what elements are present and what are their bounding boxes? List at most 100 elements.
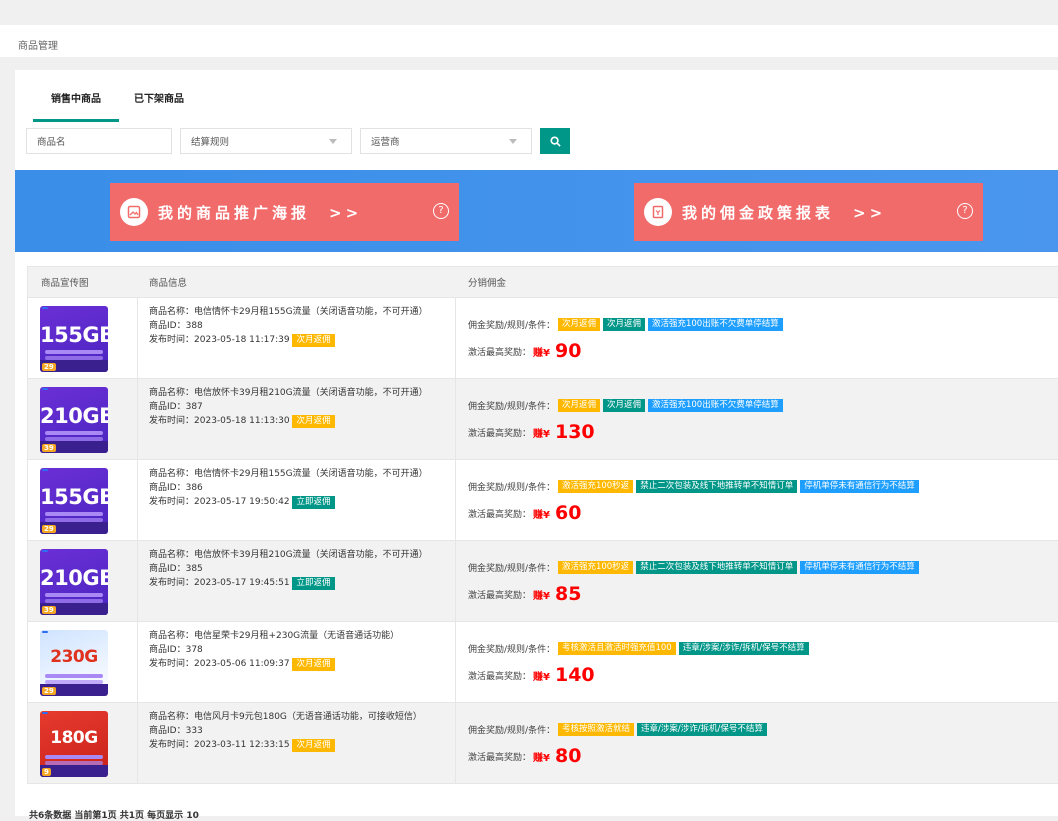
table-row: 210GB 39 商品名称：电信放怀卡39月租210G流量（关闭语音功能，不可开…	[27, 541, 1058, 622]
earn-label: 赚¥	[533, 428, 550, 440]
product-name: 商品名称：电信星荣卡29月租+230G流量（无语音通话功能）	[149, 629, 455, 643]
product-id: 商品ID：385	[149, 562, 455, 576]
rule-tag: 禁止二次包装及线下地推转单不知情订单	[636, 479, 798, 493]
rule-tag: 考核激活且激活时强充值100	[557, 641, 676, 655]
publish-time: 发布时间：2023-03-11 12:33:15 次月返佣	[149, 738, 455, 752]
tab-on-sale[interactable]: 销售中商品	[33, 86, 119, 122]
commission-cell: 佣金奖励/规则/条件： 考核激活且激活时强充值100 违章/涉案/涉诈/拆机/保号…	[456, 622, 1058, 702]
product-image-cell: 210GB 39	[28, 541, 138, 621]
rule-tag: 激活强充100出账不欠费单停结算	[647, 398, 783, 412]
publish-time-label: 发布时间：	[149, 335, 195, 345]
table-row: 180G 9 商品名称：电信风月卡9元包180G（无语音通话功能，可接收短信） …	[27, 703, 1058, 784]
product-name: 商品名称：电信情怀卡29月租155G流量（关闭语音功能，不可开通）	[149, 305, 455, 319]
product-id: 商品ID：388	[149, 319, 455, 333]
rule-tag: 次月返佣	[602, 398, 645, 412]
col-commission: 分销佣金	[468, 278, 507, 289]
product-image-cell: 210GB 39	[28, 379, 138, 459]
earn-label: 赚¥	[533, 347, 550, 359]
thumb-footer: 29	[40, 360, 108, 372]
product-id-value: 388	[185, 321, 203, 331]
product-thumbnail[interactable]: 230G 29	[40, 630, 108, 696]
commission-cell: 佣金奖励/规则/条件： 次月返佣 次月返佣 激活强充100出账不欠费单停结算 激活最…	[456, 298, 1058, 378]
image-icon	[120, 198, 148, 226]
thumb-stripe	[45, 350, 103, 354]
carrier-select[interactable]: 运营商	[360, 128, 532, 154]
product-id: 商品ID：378	[149, 643, 455, 657]
product-info-cell: 商品名称：电信情怀卡29月租155G流量（关闭语音功能，不可开通） 商品ID：3…	[138, 460, 456, 540]
rule-tag: 次月返佣	[602, 317, 645, 331]
tab-off-shelf[interactable]: 已下架商品	[119, 86, 199, 122]
pagination-info: 共6条数据 当前第1页 共1页 每页显示 10	[29, 811, 199, 821]
earn-label: 赚¥	[533, 671, 550, 683]
thumb-footer: 39	[40, 603, 108, 615]
product-name-label: 商品名称：	[149, 712, 195, 722]
product-name-value: 电信星荣卡29月租+230G流量（无语音通话功能）	[194, 631, 400, 641]
table-row: 210GB 39 商品名称：电信放怀卡39月租210G流量（关闭语音功能，不可开…	[27, 379, 1058, 460]
earn-label: 赚¥	[533, 752, 550, 764]
max-reward-label: 激活最高奖励：	[468, 509, 532, 520]
rule-label: 佣金奖励/规则/条件：	[468, 563, 556, 574]
publish-time: 发布时间：2023-05-17 19:45:51 立即返佣	[149, 576, 455, 590]
product-thumbnail[interactable]: 155GB 29	[40, 306, 108, 372]
thumb-price: 29	[42, 687, 56, 695]
rule-label: 佣金奖励/规则/条件：	[468, 482, 556, 493]
publish-time-value: 2023-05-18 11:17:39	[194, 335, 290, 345]
search-button[interactable]	[540, 128, 570, 154]
publish-time: 发布时间：2023-05-17 19:50:42 立即返佣	[149, 495, 455, 509]
product-info-cell: 商品名称：电信放怀卡39月租210G流量（关闭语音功能，不可开通） 商品ID：3…	[138, 379, 456, 459]
product-image-cell: 180G 9	[28, 703, 138, 783]
rule-line: 佣金奖励/规则/条件： 次月返佣 次月返佣 激活强充100出账不欠费单停结算	[468, 316, 1058, 332]
rule-label: 佣金奖励/规则/条件：	[468, 320, 556, 331]
product-name-label: 商品名称：	[149, 388, 195, 398]
publish-time: 发布时间：2023-05-18 11:13:30 次月返佣	[149, 414, 455, 428]
product-thumbnail[interactable]: 210GB 39	[40, 387, 108, 453]
reward-amount: 60	[554, 502, 582, 524]
publish-time-value: 2023-03-11 12:33:15	[194, 740, 290, 750]
reward-amount: 90	[554, 340, 582, 362]
thumb-data-label: 155GB	[40, 485, 108, 509]
product-thumbnail[interactable]: 155GB 29	[40, 468, 108, 534]
thumb-data-label: 210GB	[40, 566, 108, 590]
thumb-stripe	[45, 755, 103, 759]
product-name-input[interactable]: 商品名	[26, 128, 172, 154]
reward-amount: 80	[554, 745, 582, 767]
poster-button-label: 我的商品推广海报 >>	[158, 203, 363, 222]
commission-report-button[interactable]: 我的佣金政策报表 >> ?	[634, 183, 983, 241]
commission-report-label: 我的佣金政策报表 >>	[682, 203, 887, 222]
product-thumbnail[interactable]: 180G 9	[40, 711, 108, 777]
publish-time-label: 发布时间：	[149, 578, 195, 588]
rule-tag: 次月返佣	[557, 398, 600, 412]
carrier-placeholder: 运营商	[371, 137, 400, 148]
product-id-value: 386	[185, 483, 203, 493]
filter-bar: 商品名 结算规则 运营商	[26, 128, 570, 154]
help-icon: ?	[433, 203, 449, 219]
publish-time-label: 发布时间：	[149, 740, 195, 750]
settle-badge: 次月返佣	[292, 739, 335, 752]
rule-line: 佣金奖励/规则/条件： 考核激活且激活时强充值100 违章/涉案/涉诈/拆机/保号…	[468, 640, 1058, 656]
thumb-data-label: 230G	[50, 647, 98, 667]
table-row: 155GB 29 商品名称：电信情怀卡29月租155G流量（关闭语音功能，不可开…	[27, 298, 1058, 379]
product-name: 商品名称：电信风月卡9元包180G（无语音通话功能，可接收短信）	[149, 710, 455, 724]
thumb-footer: 9	[40, 765, 108, 777]
product-id-label: 商品ID：	[149, 645, 186, 655]
max-reward-label: 激活最高奖励：	[468, 347, 532, 358]
product-name-label: 商品名称：	[149, 550, 195, 560]
product-name-label: 商品名称：	[149, 631, 195, 641]
product-thumbnail[interactable]: 210GB 39	[40, 549, 108, 615]
thumb-price: 39	[42, 444, 56, 452]
settlement-rule-select[interactable]: 结算规则	[180, 128, 352, 154]
commission-cell: 佣金奖励/规则/条件： 激活强充100秒返 禁止二次包装及线下地推转单不知情订单停…	[456, 541, 1058, 621]
product-name: 商品名称：电信情怀卡29月租155G流量（关闭语音功能，不可开通）	[149, 467, 455, 481]
max-reward-label: 激活最高奖励：	[468, 752, 532, 763]
rule-tag: 次月返佣	[557, 317, 600, 331]
rule-tag: 考核按照激活就结	[557, 722, 634, 736]
product-info-cell: 商品名称：电信放怀卡39月租210G流量（关闭语音功能，不可开通） 商品ID：3…	[138, 541, 456, 621]
thumb-footer: 39	[40, 441, 108, 453]
help-icon: ?	[957, 203, 973, 219]
earn-label: 赚¥	[533, 590, 550, 602]
rule-tag: 违章/涉案/涉诈/拆机/保号不结算	[636, 722, 767, 736]
poster-button[interactable]: 我的商品推广海报 >> ?	[110, 183, 459, 241]
thumb-price: 29	[42, 363, 56, 371]
chevron-down-icon	[509, 139, 517, 144]
commission-cell: 佣金奖励/规则/条件： 考核按照激活就结 违章/涉案/涉诈/拆机/保号不结算 激活…	[456, 703, 1058, 783]
